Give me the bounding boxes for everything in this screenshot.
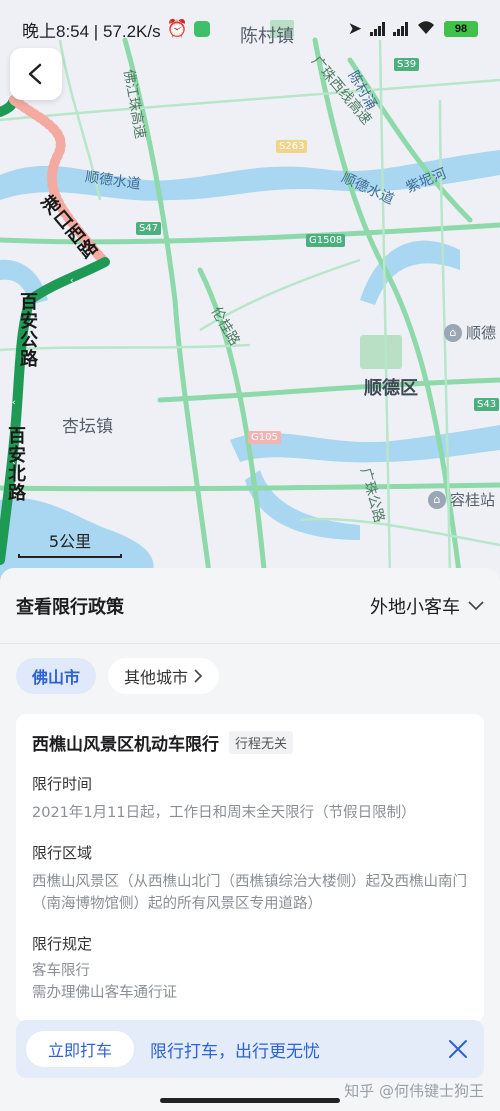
route-label-bai-an-north: 百安北路 (5, 426, 26, 502)
shield-s263: S263 (276, 140, 308, 153)
map-view[interactable]: ‹ ‹ ‹ 陈村镇 顺德区 杏坛镇 顺德水道 顺德水道 紫坭河 陈村涌 佛江珠高… (0, 0, 500, 580)
chevron-down-icon (468, 600, 484, 610)
area-section-label: 限行区域 (32, 844, 93, 862)
poi-shunde-label: 顺德 (466, 324, 497, 342)
signal-icon-1 (370, 22, 385, 36)
book-taxi-label: 立即打车 (48, 1041, 113, 1060)
book-taxi-button[interactable]: 立即打车 (26, 1031, 135, 1067)
wifi-icon (416, 19, 436, 40)
status-time-speed: 晚上8:54 | 57.2K/s (22, 21, 161, 41)
shield-s39: S39 (394, 58, 420, 71)
tab-other-cities-label: 其他城市 (124, 668, 189, 687)
home-indicator[interactable] (160, 1098, 340, 1103)
status-badge: 行程无关 (229, 731, 294, 754)
back-button[interactable] (10, 48, 62, 100)
poi-ronggui-label: 容桂站 (450, 491, 496, 509)
sheet-title: 查看限行政策 (16, 596, 124, 618)
banner-text: 限行打车，出行更无忧 (150, 1041, 321, 1062)
close-icon (449, 1040, 467, 1058)
map-base: ‹ ‹ ‹ (0, 20, 500, 580)
signal-icon-2 (393, 22, 408, 36)
poi-shunde[interactable]: ⌂ 顺德 (444, 322, 496, 343)
tab-foshan-label: 佛山市 (32, 668, 81, 687)
battery-indicator: 98 (444, 21, 478, 37)
chevron-left-icon (28, 63, 42, 85)
restriction-card[interactable]: 西樵山风景区机动车限行 行程无关 限行时间 2021年1月11日起，工作日和周末… (16, 714, 484, 1022)
time-section-text: 2021年1月11日起，工作日和周末全天限行（节假日限制） (32, 805, 416, 821)
rule-section-label: 限行规定 (32, 935, 93, 953)
vehicle-type-select[interactable]: 外地小客车 (370, 593, 484, 619)
taxi-promo-banner: 立即打车 限行打车，出行更无忧 (16, 1020, 484, 1078)
app-notification-icon (193, 21, 210, 37)
route-label-bai-an: 百安公路 (17, 292, 38, 368)
watermark: 知乎 @何伟键士狗王 (344, 1082, 484, 1100)
map-scale-bar (18, 554, 122, 558)
tab-other-cities[interactable]: 其他城市 (108, 658, 220, 694)
area-section-text: 西樵山风景区（从西樵山北门（西樵镇综治大楼侧）起及西樵山南门（南海博物馆侧）起的… (32, 874, 467, 912)
status-bar: 晚上8:54 | 57.2K/s ⏰ ➤ 98 (0, 0, 500, 58)
restriction-title: 西樵山风景区机动车限行 (32, 735, 219, 755)
close-banner-button[interactable] (444, 1035, 472, 1063)
train-station-icon: ⌂ (428, 490, 446, 509)
shield-g1508: G1508 (306, 234, 346, 247)
map-scale: 5公里 (18, 528, 122, 558)
train-station-icon: ⌂ (444, 323, 462, 342)
chevron-right-icon (194, 669, 203, 683)
sheet-header: 查看限行政策 外地小客车 (0, 568, 500, 644)
shield-s47: S47 (136, 222, 162, 235)
map-scale-label: 5公里 (48, 532, 92, 551)
poi-ronggui[interactable]: ⌂ 容桂站 (428, 489, 495, 510)
shield-g105: G105 (248, 431, 281, 444)
alarm-icon: ⏰ (166, 19, 188, 38)
shield-s43: S43 (474, 398, 500, 411)
rule-section-text-2: 需办理佛山客车通行证 (32, 985, 177, 1001)
map-label-shunde-district: 顺德区 (364, 378, 418, 399)
vehicle-type-label: 外地小客车 (370, 596, 460, 618)
map-label-xingtan: 杏坛镇 (62, 417, 113, 437)
svg-text:‹: ‹ (70, 276, 74, 286)
city-tabs: 佛山市 其他城市 (0, 644, 500, 708)
rule-section-text-1: 客车限行 (32, 963, 90, 979)
time-section-label: 限行时间 (32, 775, 93, 793)
tab-foshan[interactable]: 佛山市 (16, 658, 97, 694)
svg-text:‹: ‹ (12, 398, 16, 408)
location-arrow-icon: ➤ (347, 19, 362, 38)
